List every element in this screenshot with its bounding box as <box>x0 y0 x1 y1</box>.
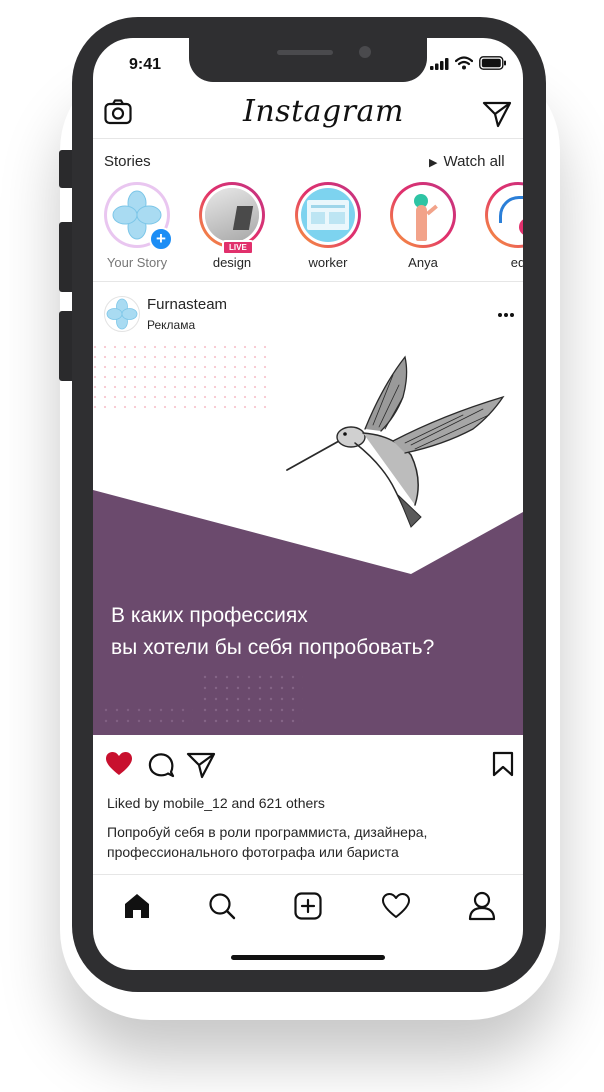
notch <box>189 38 427 82</box>
caption-line-2: профессионального фотографа или бариста <box>107 844 399 860</box>
signal-icon <box>430 58 449 70</box>
play-icon: ▶ <box>429 157 438 169</box>
flower-logo-icon <box>106 298 138 330</box>
phone-screen: 9:41 Instagram Stories ▶ Watch all + You… <box>93 38 523 970</box>
story-label: design <box>212 255 252 270</box>
story-worker[interactable]: worker <box>289 182 367 270</box>
volume-down-button <box>59 311 73 381</box>
stories-divider <box>93 281 523 282</box>
new-post-icon[interactable] <box>294 892 322 920</box>
story-ring <box>485 182 523 248</box>
story-label: Anya <box>408 255 438 270</box>
story-label: worker <box>308 255 348 270</box>
live-badge: LIVE <box>222 240 254 255</box>
more-icon[interactable] <box>497 312 515 318</box>
watch-all-button[interactable]: ▶ Watch all <box>429 153 505 170</box>
search-icon[interactable] <box>208 892 236 920</box>
hummingbird-illustration <box>286 355 505 528</box>
ad-headline-line-1: В каких профессиях <box>111 604 308 627</box>
home-icon[interactable] <box>123 892 151 920</box>
home-indicator[interactable] <box>231 955 385 960</box>
profile-icon[interactable] <box>468 891 496 921</box>
story-ring <box>390 182 456 248</box>
post-sponsored-label: Реклама <box>147 318 196 332</box>
story-anya[interactable]: Anya <box>384 182 462 270</box>
post-caption: Попробуй себя в роли программиста, дизай… <box>107 822 507 862</box>
post-username[interactable]: Furnasteam <box>147 296 227 313</box>
mute-switch <box>59 150 73 188</box>
story-your-story[interactable]: + Your Story <box>98 182 176 270</box>
watch-all-label: Watch all <box>443 153 505 170</box>
post-avatar[interactable] <box>104 296 140 332</box>
speaker <box>277 50 333 55</box>
status-time: 9:41 <box>129 56 162 73</box>
header-divider <box>93 138 523 139</box>
comment-icon[interactable] <box>147 751 175 779</box>
story-avatar <box>301 188 355 242</box>
story-label: Your Story <box>106 255 168 270</box>
wifi-icon <box>455 56 473 70</box>
add-story-icon[interactable]: + <box>149 227 173 251</box>
post-image[interactable]: В каких профессиях вы хотели бы себя поп… <box>93 345 523 735</box>
story-ring <box>295 182 361 248</box>
story-design[interactable]: LIVE design <box>193 182 271 270</box>
story-avatar <box>396 188 450 242</box>
volume-up-button <box>59 222 73 292</box>
share-icon[interactable] <box>186 751 216 779</box>
tabbar-divider <box>93 874 523 875</box>
front-camera <box>359 46 371 58</box>
story-ed[interactable]: ed <box>479 182 523 270</box>
direct-message-icon[interactable] <box>482 100 512 128</box>
ad-graphic <box>93 345 523 735</box>
bookmark-icon[interactable] <box>492 751 514 777</box>
ad-headline: В каких профессиях вы хотели бы себя поп… <box>111 600 521 664</box>
activity-icon[interactable] <box>381 893 411 919</box>
caption-line-1: Попробуй себя в роли программиста, дизай… <box>107 824 428 840</box>
instagram-logo: Instagram <box>243 94 404 129</box>
story-ring: LIVE <box>199 182 265 255</box>
likes-text[interactable]: Liked by mobile_12 and 621 others <box>107 795 325 811</box>
battery-icon <box>479 56 506 70</box>
camera-icon[interactable] <box>104 99 132 125</box>
story-label: ed <box>510 255 523 270</box>
story-avatar <box>205 188 259 242</box>
ad-headline-line-2: вы хотели бы себя попробовать? <box>111 636 435 659</box>
story-ring: + <box>104 182 173 251</box>
stories-title: Stories <box>104 153 151 170</box>
like-heart-icon[interactable] <box>105 751 133 777</box>
